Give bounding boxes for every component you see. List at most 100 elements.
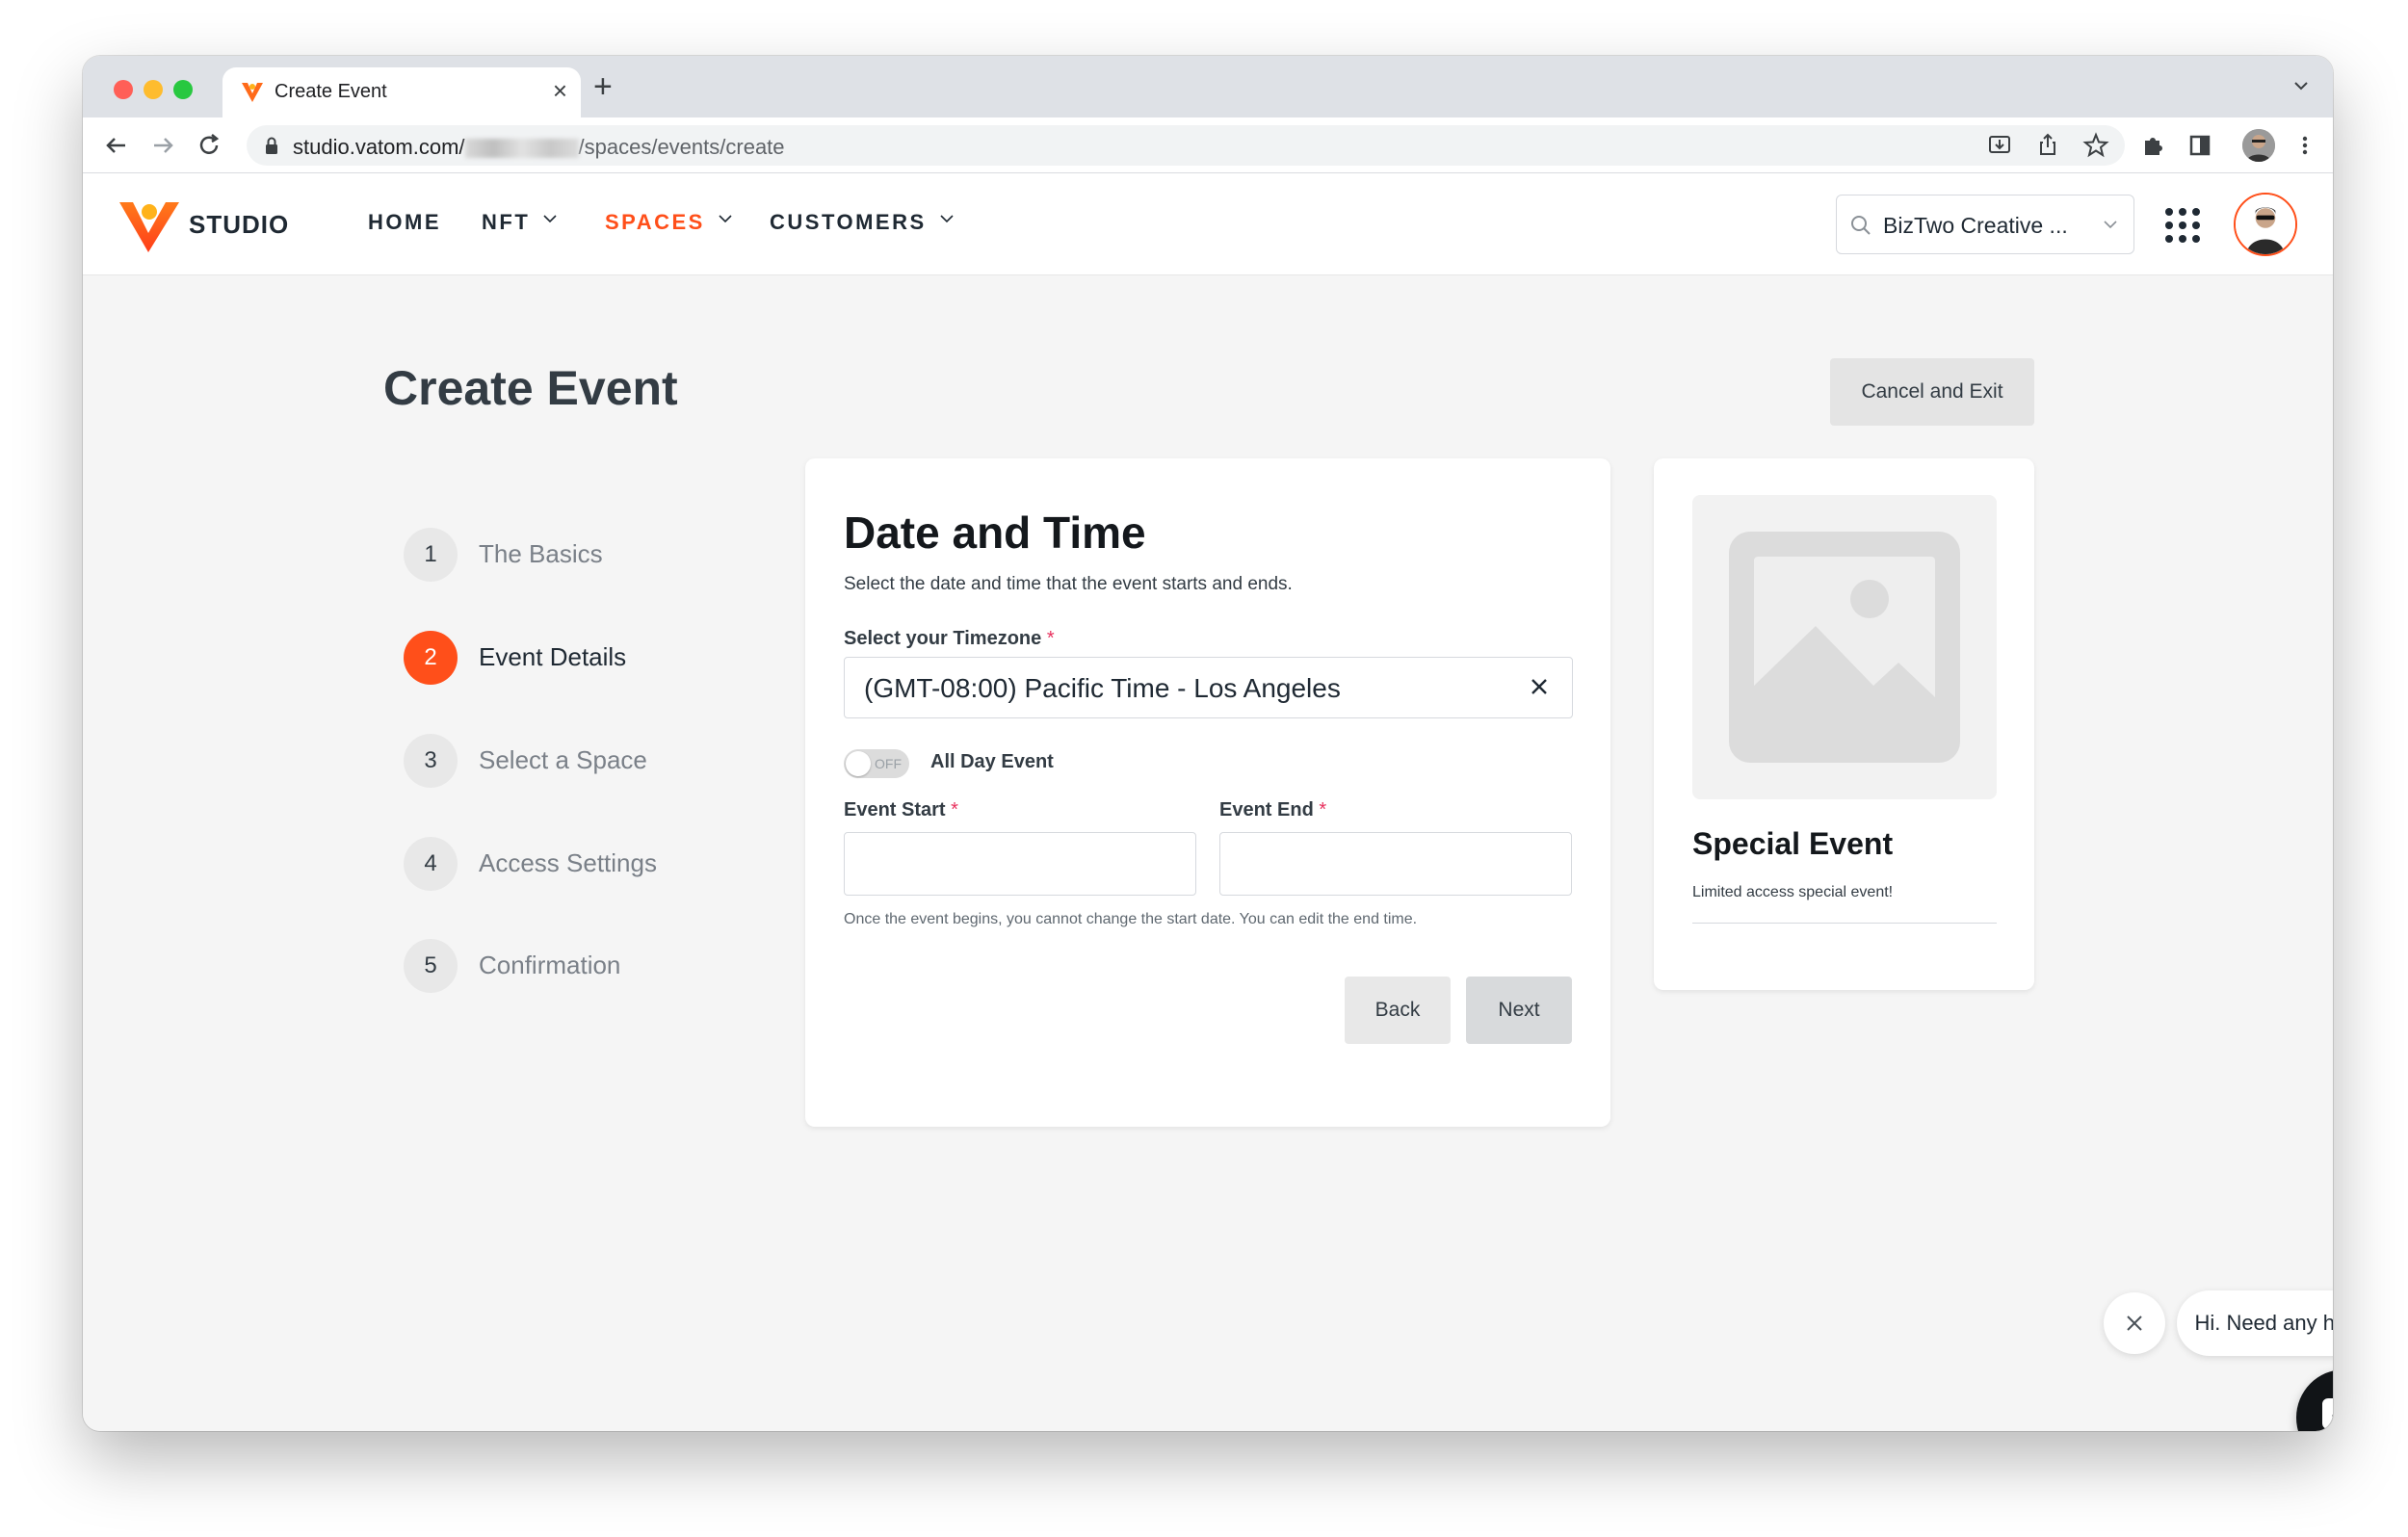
chevron-down-icon bbox=[719, 215, 732, 223]
redacted-url-segment bbox=[464, 139, 579, 159]
page-title: Create Event bbox=[383, 361, 678, 415]
nav-spaces-label: SPACES bbox=[605, 210, 705, 234]
help-dismiss-button[interactable] bbox=[2104, 1292, 2165, 1354]
timezone-label: Select your Timezone * bbox=[844, 628, 1055, 650]
bookmark-star-icon[interactable] bbox=[2081, 131, 2110, 160]
step-number: 5 bbox=[404, 939, 458, 993]
event-end-label-text: Event End bbox=[1219, 799, 1314, 821]
required-asterisk: * bbox=[951, 799, 958, 821]
close-window-button[interactable] bbox=[114, 80, 133, 99]
step-number: 3 bbox=[404, 734, 458, 788]
cancel-and-exit-button[interactable]: Cancel and Exit bbox=[1830, 358, 2034, 426]
step-label: Confirmation bbox=[479, 951, 621, 979]
divider bbox=[1692, 923, 1997, 924]
tab-strip: Create Event × + bbox=[83, 56, 2333, 117]
all-day-label: All Day Event bbox=[930, 751, 1054, 772]
nav-home-label: HOME bbox=[368, 210, 441, 234]
user-avatar[interactable] bbox=[2234, 193, 2297, 256]
vatom-logo-icon[interactable] bbox=[116, 196, 183, 256]
timezone-select[interactable]: (GMT-08:00) Pacific Time - Los Angeles bbox=[844, 657, 1573, 718]
url-path: /spaces/events/create bbox=[578, 135, 785, 159]
step-access-settings[interactable]: 4 Access Settings bbox=[404, 837, 789, 891]
browser-menu-icon[interactable] bbox=[2290, 131, 2319, 160]
toggle-state: OFF bbox=[875, 756, 902, 771]
event-end-input[interactable] bbox=[1219, 832, 1572, 896]
search-icon bbox=[1851, 216, 1871, 235]
step-event-details[interactable]: 2 Event Details bbox=[404, 631, 789, 685]
event-start-label: Event Start * bbox=[844, 799, 958, 821]
event-start-input[interactable] bbox=[844, 832, 1196, 896]
reload-icon[interactable] bbox=[193, 129, 225, 162]
date-time-form-card: Date and Time Select the date and time t… bbox=[805, 458, 1610, 1127]
tab-close-icon[interactable]: × bbox=[553, 77, 567, 104]
required-asterisk: * bbox=[1046, 628, 1055, 649]
step-number: 2 bbox=[404, 631, 458, 685]
clear-icon[interactable] bbox=[1528, 675, 1551, 698]
all-day-toggle[interactable]: OFF bbox=[844, 749, 909, 778]
timezone-value: (GMT-08:00) Pacific Time - Los Angeles bbox=[864, 673, 1341, 703]
main-content: Create Event Cancel and Exit 1 The Basic… bbox=[83, 275, 2333, 1431]
url-text: studio.vatom.com/ /spaces/events/create bbox=[293, 135, 785, 160]
step-the-basics[interactable]: 1 The Basics bbox=[404, 528, 789, 582]
event-image-placeholder bbox=[1692, 495, 1997, 799]
browser-tab[interactable]: Create Event × bbox=[222, 67, 581, 117]
chat-bubble-icon bbox=[2322, 1398, 2333, 1431]
lock-icon bbox=[266, 137, 277, 154]
vatom-favicon-icon bbox=[242, 83, 263, 102]
logo-text: STUDIO bbox=[189, 210, 290, 239]
form-subtitle: Select the date and time that the event … bbox=[844, 574, 1293, 594]
tab-title: Create Event bbox=[275, 81, 387, 102]
apps-grid-icon[interactable] bbox=[2163, 206, 2202, 245]
extensions-puzzle-icon[interactable] bbox=[2139, 131, 2168, 160]
event-preview-card: Special Event Limited access special eve… bbox=[1654, 458, 2034, 990]
install-app-icon[interactable] bbox=[1985, 131, 2014, 160]
minimize-window-button[interactable] bbox=[144, 80, 163, 99]
step-label: Access Settings bbox=[479, 848, 657, 877]
chevron-down-icon bbox=[543, 215, 557, 223]
new-tab-icon[interactable]: + bbox=[593, 67, 613, 106]
step-select-a-space[interactable]: 3 Select a Space bbox=[404, 734, 789, 788]
browser-window: Create Event × + studio.vatom.com/ /space… bbox=[83, 56, 2333, 1431]
timezone-label-text: Select your Timezone bbox=[844, 628, 1042, 649]
step-label: Select a Space bbox=[479, 745, 647, 774]
browser-profile-avatar[interactable] bbox=[2242, 129, 2275, 162]
profile-photo-icon bbox=[2242, 129, 2275, 162]
forward-arrow-icon[interactable] bbox=[146, 129, 179, 162]
chevron-down-icon[interactable] bbox=[2290, 75, 2312, 96]
share-icon[interactable] bbox=[2033, 131, 2062, 160]
event-end-label: Event End * bbox=[1219, 799, 1326, 821]
nav-spaces[interactable]: SPACES bbox=[605, 210, 732, 235]
start-date-hint: Once the event begins, you cannot change… bbox=[844, 911, 1418, 927]
image-placeholder-icon bbox=[1729, 532, 1960, 763]
user-photo-icon bbox=[2236, 195, 2295, 254]
side-panel-icon[interactable] bbox=[2186, 131, 2214, 160]
step-number: 4 bbox=[404, 837, 458, 891]
step-label: Event Details bbox=[479, 642, 627, 671]
next-button[interactable]: Next bbox=[1466, 977, 1572, 1044]
url-host: studio.vatom.com/ bbox=[293, 135, 465, 159]
help-message[interactable]: Hi. Need any help? bbox=[2177, 1290, 2333, 1356]
chevron-down-icon bbox=[940, 215, 954, 223]
form-title: Date and Time bbox=[844, 508, 1146, 558]
nav-nft[interactable]: NFT bbox=[482, 210, 557, 235]
required-asterisk: * bbox=[1319, 799, 1327, 821]
preview-description: Limited access special event! bbox=[1692, 884, 1894, 900]
nav-home[interactable]: HOME bbox=[368, 210, 441, 235]
browser-toolbar: studio.vatom.com/ /spaces/events/create bbox=[83, 117, 2333, 173]
toggle-knob bbox=[846, 751, 871, 776]
nav-nft-label: NFT bbox=[482, 210, 531, 234]
maximize-window-button[interactable] bbox=[173, 80, 193, 99]
event-start-label-text: Event Start bbox=[844, 799, 946, 821]
organization-selector[interactable]: BizTwo Creative ... bbox=[1836, 195, 2134, 254]
nav-customers[interactable]: CUSTOMERS bbox=[770, 210, 954, 235]
back-button[interactable]: Back bbox=[1345, 977, 1451, 1044]
preview-title: Special Event bbox=[1692, 826, 1894, 861]
step-label: The Basics bbox=[479, 539, 603, 568]
chat-launcher-button[interactable] bbox=[2296, 1369, 2333, 1431]
chevron-down-icon bbox=[2104, 221, 2117, 229]
back-arrow-icon[interactable] bbox=[100, 129, 133, 162]
step-confirmation[interactable]: 5 Confirmation bbox=[404, 939, 789, 993]
step-number: 1 bbox=[404, 528, 458, 582]
app-header: STUDIO HOME NFT SPACES CUSTOMERS BizTwo … bbox=[83, 173, 2333, 275]
address-bar[interactable]: studio.vatom.com/ /spaces/events/create bbox=[247, 125, 2125, 166]
